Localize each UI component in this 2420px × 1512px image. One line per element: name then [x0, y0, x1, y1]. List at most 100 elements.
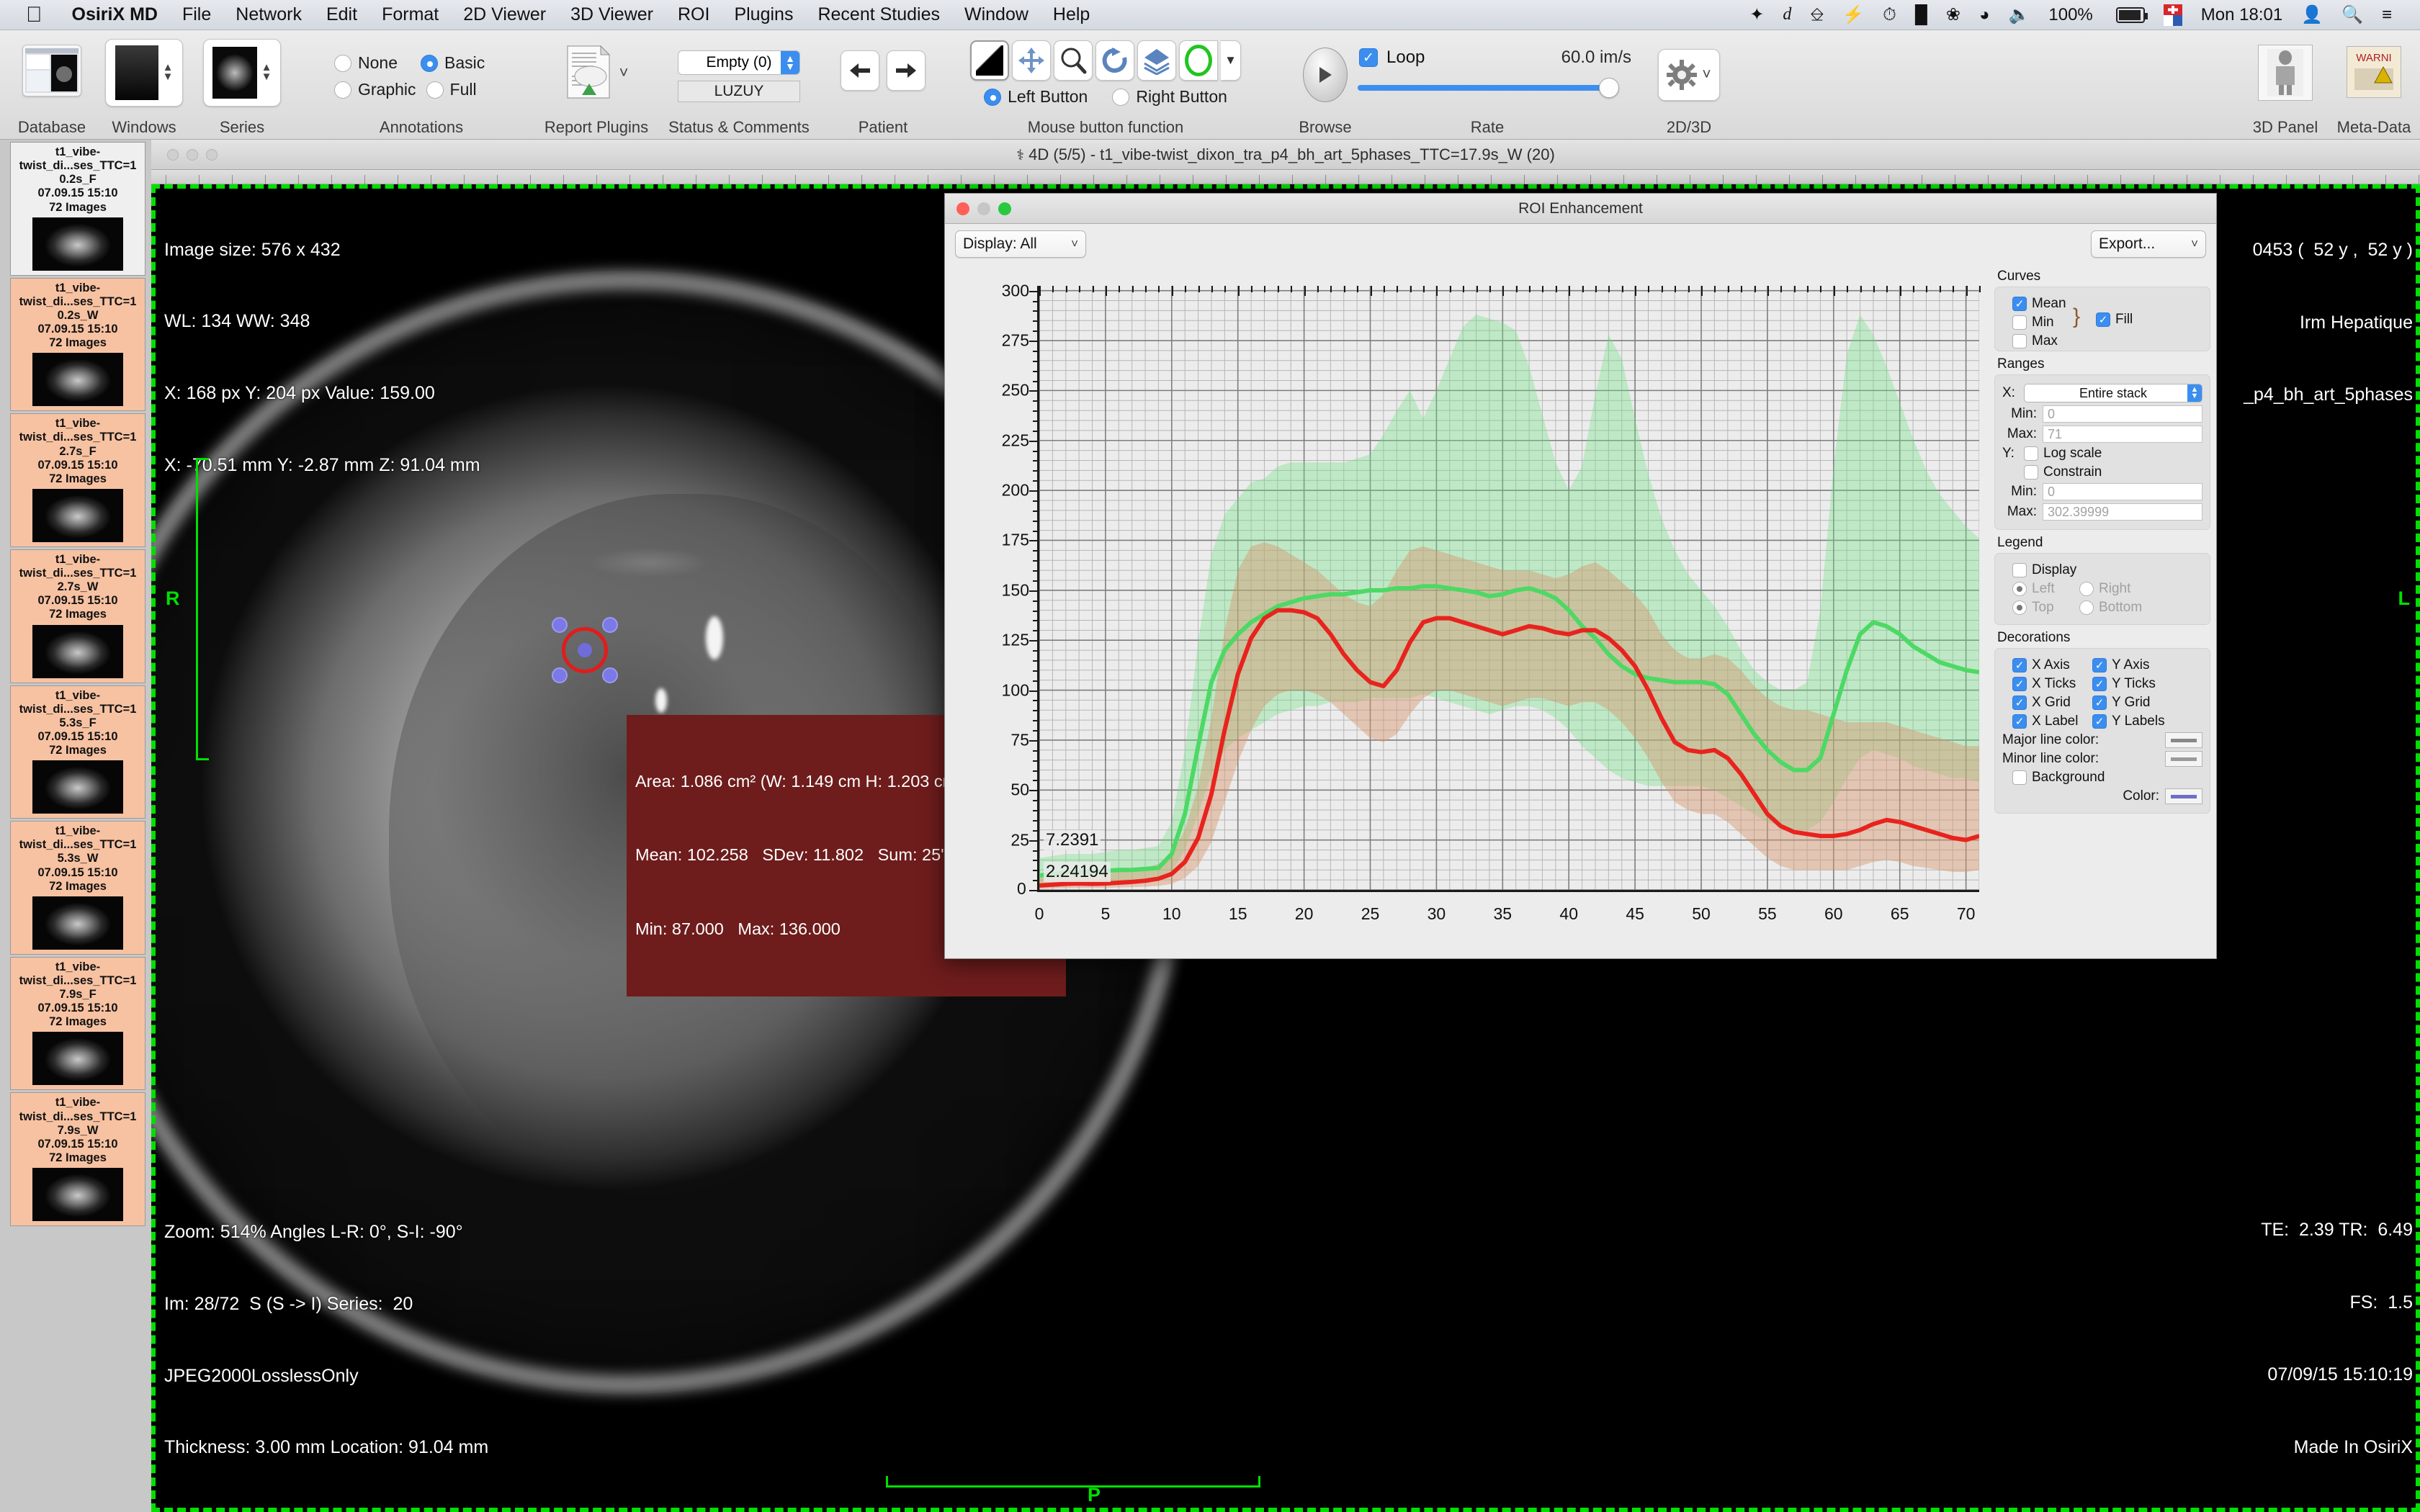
menu-item-osirix[interactable]: OsiriX MD	[60, 4, 170, 25]
menu-item-file[interactable]: File	[170, 4, 223, 25]
menubar-clock[interactable]: Mon 18:01	[2192, 5, 2292, 25]
log-scale-checkbox[interactable]	[2024, 446, 2038, 461]
y-max-row[interactable]: Max: 302.39999	[2002, 503, 2202, 521]
menu-item-3d-viewer[interactable]: 3D Viewer	[558, 4, 666, 25]
sidebar-series-item[interactable]: t1_vibe- twist_di...ses_TTC=1 2.7s_F 07.…	[10, 413, 145, 547]
annotation-option-full[interactable]: Full	[426, 80, 477, 99]
sidebar-series-item[interactable]: t1_vibe- twist_di...ses_TTC=1 5.3s_W 07.…	[10, 821, 145, 955]
annotation-option-graphic[interactable]: Graphic	[334, 80, 416, 99]
menu-item-plugins[interactable]: Plugins	[722, 4, 805, 25]
menu-item-recent-studies[interactable]: Recent Studies	[805, 4, 952, 25]
airplay-icon[interactable]: ⎒	[1801, 5, 1833, 25]
series-thumbnail[interactable]	[32, 1032, 123, 1086]
menu-item-2d-viewer[interactable]: 2D Viewer	[451, 4, 558, 25]
roi-handle[interactable]	[552, 667, 568, 683]
y-max-field[interactable]: 302.39999	[2043, 503, 2202, 521]
y-min-field[interactable]: 0	[2043, 483, 2202, 500]
legend-horizontal-row[interactable]: Left Right	[2012, 581, 2202, 597]
menu-item-edit[interactable]: Edit	[314, 4, 369, 25]
legend-display-checkbox[interactable]	[2012, 563, 2027, 577]
x-max-row[interactable]: Max: 71	[2002, 426, 2202, 443]
x-ticks-checkbox[interactable]: ✓	[2012, 677, 2027, 691]
menu-item-window[interactable]: Window	[952, 4, 1041, 25]
chart-plot-area[interactable]: 25 50 75 100 125 150 175 200 225 250 275 300 0 5 10 15…	[1002, 281, 1981, 923]
series-thumbnail[interactable]	[32, 353, 123, 407]
legend-left-radio[interactable]	[2012, 582, 2027, 596]
tool-window-level[interactable]	[970, 40, 1009, 81]
roi-handle[interactable]	[552, 617, 568, 633]
minor-line-color-well[interactable]	[2165, 751, 2202, 767]
major-line-color-row[interactable]: Major line color:	[2002, 732, 2202, 748]
major-line-color-well[interactable]	[2165, 732, 2202, 748]
series-thumbnail[interactable]	[32, 624, 123, 678]
x-axis-checkbox[interactable]: ✓	[2012, 658, 2027, 672]
series-button[interactable]: ▲ ▼	[203, 39, 281, 107]
y-axis-checkbox[interactable]: ✓	[2092, 658, 2107, 672]
annotation-option-basic[interactable]: Basic	[420, 53, 485, 73]
battery-graph-icon[interactable]: █	[1906, 5, 1937, 25]
windows-stepper[interactable]: ▲ ▼	[163, 62, 174, 81]
series-stepper[interactable]: ▲ ▼	[261, 62, 272, 81]
stepper-updown-icon[interactable]: ▲ ▼	[781, 51, 799, 74]
display-select[interactable]: Display: All ˅	[955, 230, 1086, 258]
x-min-field[interactable]: 0	[2043, 405, 2202, 423]
tool-zoom[interactable]	[1054, 40, 1093, 81]
fill-checkbox[interactable]: ✓	[2096, 312, 2110, 327]
menu-item-help[interactable]: Help	[1041, 4, 1102, 25]
x-mode-row[interactable]: X: Entire stack ▲ ▼	[2002, 384, 2202, 402]
sidebar-series-item[interactable]: t1_vibe- twist_di...ses_TTC=1 7.9s_W 07.…	[10, 1092, 145, 1226]
menu-item-roi[interactable]: ROI	[666, 4, 722, 25]
background-row[interactable]: Background	[2012, 770, 2202, 786]
mouse-right-button-option[interactable]: Right Button	[1112, 87, 1227, 107]
x-grid-checkbox[interactable]: ✓	[2012, 696, 2027, 710]
sidebar-series-item[interactable]: t1_vibe- twist_di...ses_TTC=1 2.7s_W 07.…	[10, 549, 145, 683]
wifi-icon[interactable]: ◕	[1970, 5, 1999, 25]
comment-field[interactable]: LUZUY	[678, 81, 800, 102]
fill-row[interactable]: ✓ Fill	[2096, 312, 2133, 328]
time-machine-icon[interactable]: ⏱	[1873, 5, 1906, 25]
x-max-field[interactable]: 71	[2043, 426, 2202, 443]
series-thumbnail[interactable]	[32, 896, 123, 950]
legend-bottom-radio[interactable]	[2079, 600, 2094, 615]
chevron-down-icon[interactable]: ˅	[1702, 66, 1711, 84]
roi-handle[interactable]	[602, 617, 618, 633]
roi-center-handle[interactable]	[578, 643, 592, 657]
series-thumbnail[interactable]	[32, 488, 123, 542]
dropbox-icon[interactable]: ✦	[1740, 4, 1773, 25]
roi-window-title-bar[interactable]: ROI Enhancement	[945, 194, 2216, 224]
chevron-down-icon[interactable]: ˅	[619, 63, 629, 82]
status-select[interactable]: Empty (0) ▲ ▼	[678, 50, 800, 75]
x-min-row[interactable]: Min: 0	[2002, 405, 2202, 423]
tool-roi-dropdown[interactable]: ▼	[1221, 40, 1241, 81]
color-row[interactable]: Color:	[2002, 788, 2202, 804]
user-icon[interactable]: 👤	[2292, 4, 2332, 25]
curve-mean-row[interactable]: ✓ Mean	[2012, 296, 2202, 312]
legend-top-radio[interactable]	[2012, 600, 2027, 615]
series-thumbnail[interactable]	[32, 760, 123, 814]
windows-button[interactable]: ▲ ▼	[105, 39, 183, 107]
axis-row[interactable]: ✓ X Axis ✓ Y Axis	[2012, 657, 2202, 673]
minor-line-color-row[interactable]: Minor line color:	[2002, 751, 2202, 767]
annotation-option-none[interactable]: None	[334, 53, 398, 73]
rate-slider[interactable]	[1358, 78, 1619, 98]
mean-checkbox[interactable]: ✓	[2012, 297, 2027, 311]
min-checkbox[interactable]	[2012, 315, 2027, 330]
ticks-row[interactable]: ✓ X Ticks ✓ Y Ticks	[2012, 676, 2202, 692]
legend-vertical-row[interactable]: Top Bottom	[2012, 600, 2202, 616]
tool-rotate[interactable]	[1095, 40, 1134, 81]
3d-panel-button[interactable]	[2258, 45, 2313, 101]
color-well[interactable]	[2165, 788, 2202, 804]
settings-2d3d-button[interactable]: ˅	[1658, 49, 1720, 101]
sidebar-series-item[interactable]: t1_vibe- twist_di...ses_TTC=1 5.3s_F 07.…	[10, 685, 145, 819]
report-plugins-button[interactable]: ˅	[533, 45, 660, 101]
legend-display-row[interactable]: Display	[2012, 562, 2202, 578]
y-constrain-row[interactable]: Constrain	[2024, 464, 2202, 480]
background-checkbox[interactable]	[2012, 770, 2027, 785]
viewer-title-bar[interactable]: ⚕ 4D (5/5) - t1_vibe-twist_dixon_tra_p4_…	[151, 140, 2420, 170]
tool-move[interactable]	[1012, 40, 1051, 81]
menu-item-network[interactable]: Network	[223, 4, 314, 25]
series-thumbnail[interactable]	[32, 1168, 123, 1221]
series-thumbnail[interactable]	[32, 217, 123, 271]
y-log-row[interactable]: Y: Log scale	[2002, 446, 2202, 462]
roi-handle[interactable]	[602, 667, 618, 683]
